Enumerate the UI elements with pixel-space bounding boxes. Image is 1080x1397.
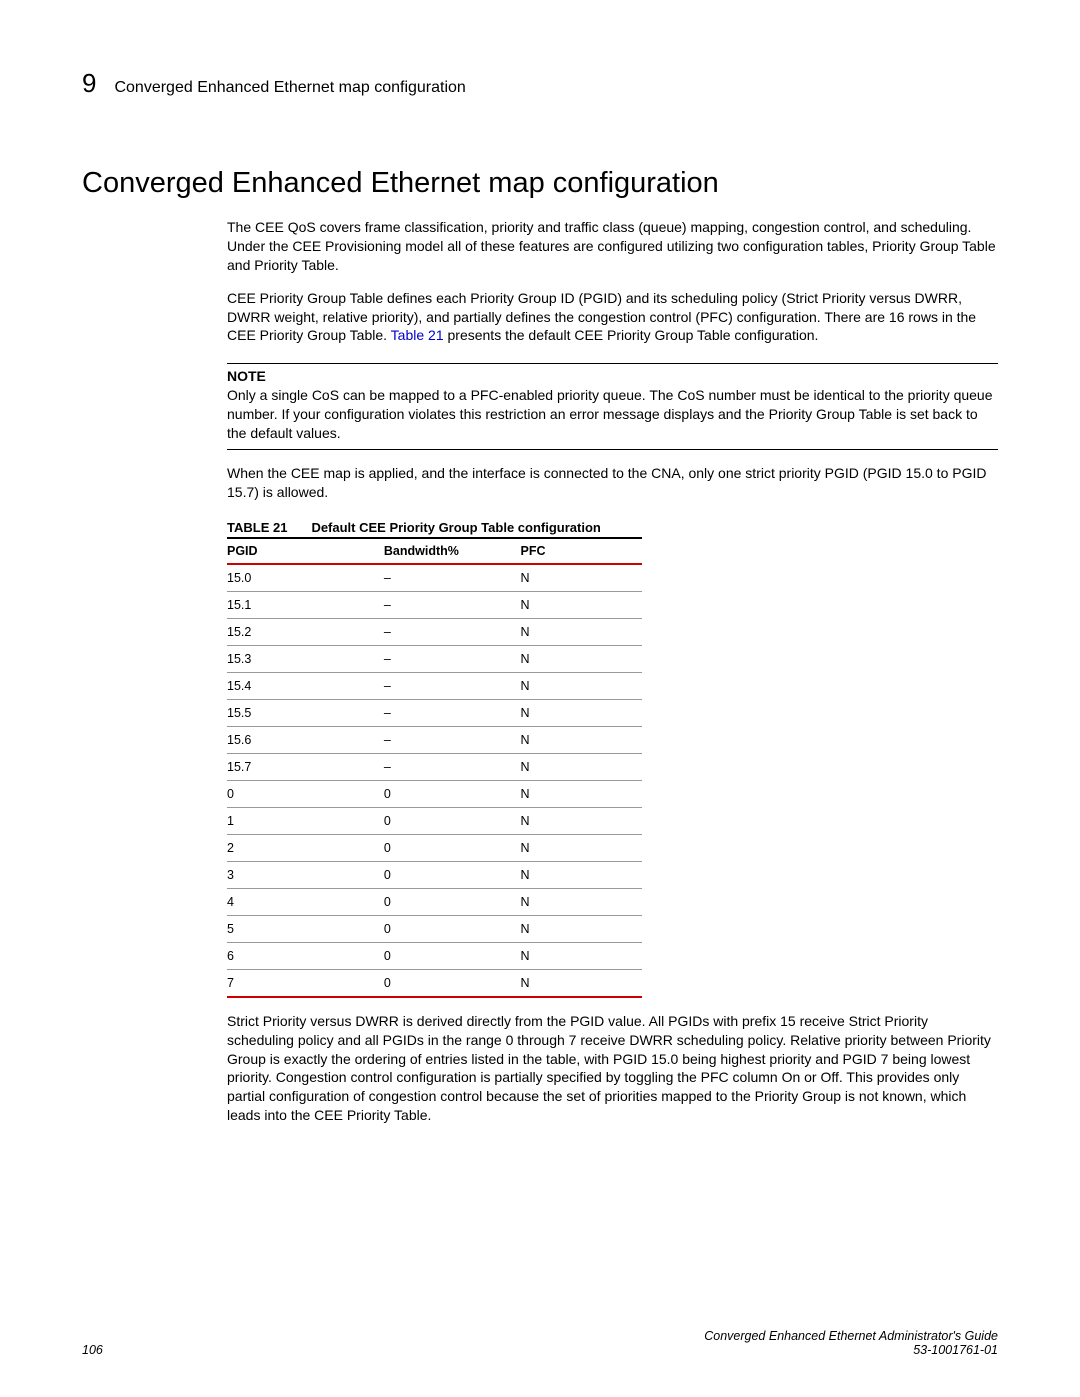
table-cell: 15.7 bbox=[227, 753, 384, 780]
table-cell: – bbox=[384, 753, 521, 780]
table-row: 15.5–N bbox=[227, 699, 642, 726]
table-row: 30N bbox=[227, 861, 642, 888]
table-row: 10N bbox=[227, 807, 642, 834]
table-caption-text: Default CEE Priority Group Table configu… bbox=[311, 520, 600, 535]
table-cell: N bbox=[521, 591, 642, 618]
table-cell: 0 bbox=[384, 834, 521, 861]
table-cell: N bbox=[521, 618, 642, 645]
table-cell: – bbox=[384, 618, 521, 645]
table-cell: 0 bbox=[384, 942, 521, 969]
chapter-number: 9 bbox=[82, 68, 96, 99]
col-header-pfc: PFC bbox=[521, 538, 642, 564]
table-cell: 15.6 bbox=[227, 726, 384, 753]
table-header-row: PGID Bandwidth% PFC bbox=[227, 538, 642, 564]
table-cell: 0 bbox=[384, 969, 521, 997]
table-cell: 0 bbox=[384, 780, 521, 807]
page-number: 106 bbox=[82, 1343, 103, 1357]
note-rule-bottom bbox=[227, 449, 998, 450]
paragraph-strict-priority: Strict Priority versus DWRR is derived d… bbox=[227, 1012, 998, 1125]
table-row: 70N bbox=[227, 969, 642, 997]
table-row: 00N bbox=[227, 780, 642, 807]
table-row: 15.6–N bbox=[227, 726, 642, 753]
note-block: NOTE Only a single CoS can be mapped to … bbox=[227, 363, 998, 443]
table-row: 20N bbox=[227, 834, 642, 861]
table-cell: N bbox=[521, 699, 642, 726]
paragraph-intro: The CEE QoS covers frame classification,… bbox=[227, 218, 998, 275]
table-cell: 15.0 bbox=[227, 564, 384, 592]
table-row: 15.2–N bbox=[227, 618, 642, 645]
col-header-pgid: PGID bbox=[227, 538, 384, 564]
table-cell: 5 bbox=[227, 915, 384, 942]
table-cell: N bbox=[521, 969, 642, 997]
table-row: 60N bbox=[227, 942, 642, 969]
page-footer: 106 Converged Enhanced Ethernet Administ… bbox=[82, 1329, 998, 1357]
note-body: Only a single CoS can be mapped to a PFC… bbox=[227, 386, 998, 443]
table-row: 15.4–N bbox=[227, 672, 642, 699]
table-cell: 6 bbox=[227, 942, 384, 969]
table-cell: N bbox=[521, 672, 642, 699]
table-cell: N bbox=[521, 915, 642, 942]
table-cell: N bbox=[521, 726, 642, 753]
table-cell: N bbox=[521, 753, 642, 780]
table-cell: 0 bbox=[384, 915, 521, 942]
table-row: 15.0–N bbox=[227, 564, 642, 592]
table-cell: 15.3 bbox=[227, 645, 384, 672]
table-cell: 7 bbox=[227, 969, 384, 997]
table-cell: – bbox=[384, 726, 521, 753]
table-cell: N bbox=[521, 645, 642, 672]
table-cell: N bbox=[521, 942, 642, 969]
table-row: 15.1–N bbox=[227, 591, 642, 618]
table-cell: N bbox=[521, 861, 642, 888]
table-cell: N bbox=[521, 834, 642, 861]
table-cell: N bbox=[521, 780, 642, 807]
table-row: 40N bbox=[227, 888, 642, 915]
table-21-link[interactable]: Table 21 bbox=[391, 327, 444, 343]
page-title: Converged Enhanced Ethernet map configur… bbox=[82, 167, 998, 200]
table-cell: 0 bbox=[384, 807, 521, 834]
table-row: 15.7–N bbox=[227, 753, 642, 780]
table-cell: 0 bbox=[384, 861, 521, 888]
table-row: 15.3–N bbox=[227, 645, 642, 672]
table-cell: 0 bbox=[227, 780, 384, 807]
table-cell: 15.1 bbox=[227, 591, 384, 618]
table-cell: – bbox=[384, 645, 521, 672]
paragraph-ceemap: When the CEE map is applied, and the int… bbox=[227, 464, 998, 502]
table-label: TABLE 21 bbox=[227, 520, 287, 535]
table-cell: 15.2 bbox=[227, 618, 384, 645]
table-cell: 15.4 bbox=[227, 672, 384, 699]
note-heading: NOTE bbox=[227, 368, 998, 384]
footer-guide-name: Converged Enhanced Ethernet Administrato… bbox=[704, 1329, 998, 1343]
priority-group-table: PGID Bandwidth% PFC 15.0–N15.1–N15.2–N15… bbox=[227, 537, 642, 998]
table-cell: N bbox=[521, 888, 642, 915]
col-header-bandwidth: Bandwidth% bbox=[384, 538, 521, 564]
table-cell: N bbox=[521, 807, 642, 834]
table-cell: 2 bbox=[227, 834, 384, 861]
table-cell: – bbox=[384, 591, 521, 618]
table-cell: 3 bbox=[227, 861, 384, 888]
table-cell: – bbox=[384, 699, 521, 726]
table-cell: 0 bbox=[384, 888, 521, 915]
table-cell: – bbox=[384, 564, 521, 592]
table-cell: N bbox=[521, 564, 642, 592]
table-row: 50N bbox=[227, 915, 642, 942]
content-body: The CEE QoS covers frame classification,… bbox=[227, 218, 998, 1125]
paragraph-pgtable-b: presents the default CEE Priority Group … bbox=[444, 327, 819, 343]
table-caption: TABLE 21 Default CEE Priority Group Table… bbox=[227, 520, 998, 535]
footer-doc-number: 53-1001761-01 bbox=[704, 1343, 998, 1357]
table-cell: 1 bbox=[227, 807, 384, 834]
running-header: 9 Converged Enhanced Ethernet map config… bbox=[82, 68, 998, 99]
table-cell: – bbox=[384, 672, 521, 699]
header-title: Converged Enhanced Ethernet map configur… bbox=[114, 79, 465, 97]
paragraph-pgtable: CEE Priority Group Table defines each Pr… bbox=[227, 289, 998, 346]
table-cell: 4 bbox=[227, 888, 384, 915]
table-cell: 15.5 bbox=[227, 699, 384, 726]
